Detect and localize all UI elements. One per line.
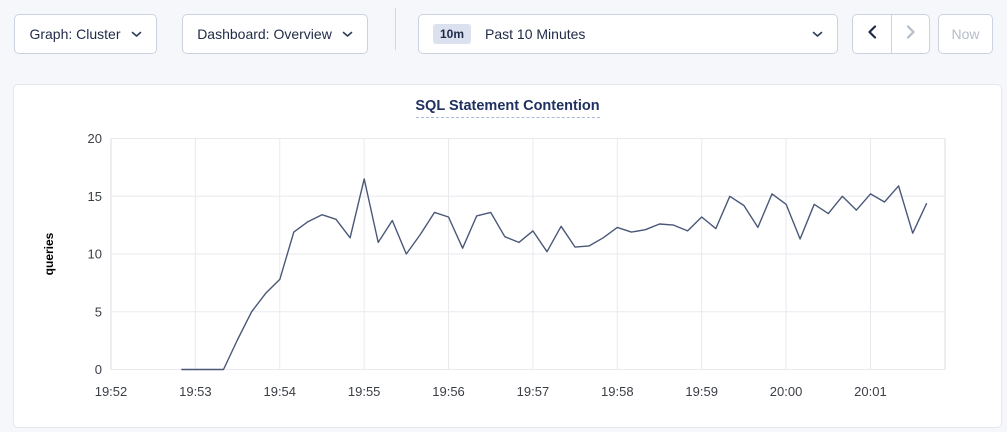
x-tick-label: 20:01 — [854, 384, 887, 399]
time-nav-group — [852, 14, 930, 54]
y-tick-label: 5 — [95, 304, 102, 319]
y-tick-label: 15 — [88, 189, 102, 204]
toolbar: Graph: Cluster Dashboard: Overview 10m P… — [0, 0, 1007, 70]
graph-dropdown-label: Graph: Cluster — [29, 26, 120, 42]
graph-dropdown[interactable]: Graph: Cluster — [14, 14, 157, 54]
chevron-down-icon — [342, 31, 353, 38]
x-tick-label: 20:00 — [770, 384, 803, 399]
x-tick-label: 19:56 — [432, 384, 465, 399]
x-tick-label: 19:52 — [95, 384, 128, 399]
x-tick-label: 19:59 — [685, 384, 718, 399]
line-chart[interactable]: 0 5 10 15 20 19:52 19:53 19:54 19:55 19:56 19:57 19… — [14, 85, 1003, 429]
next-time-button[interactable] — [891, 15, 929, 53]
y-tick-label: 20 — [88, 131, 102, 146]
chart-card: SQL Statement Contention 0510152019:5219… — [13, 84, 1002, 428]
now-button[interactable]: Now — [938, 14, 993, 54]
chevron-down-icon — [812, 31, 823, 38]
y-axis-label: queries — [42, 232, 56, 275]
x-tick-label: 19:53 — [179, 384, 212, 399]
time-range-label: Past 10 Minutes — [485, 26, 585, 42]
chevron-down-icon — [131, 31, 142, 38]
now-button-label: Now — [951, 26, 979, 42]
chevron-left-icon — [867, 25, 877, 44]
time-range-badge: 10m — [433, 24, 471, 44]
time-range-picker[interactable]: 10m Past 10 Minutes — [418, 14, 838, 54]
y-tick-label: 10 — [88, 247, 102, 262]
series-line — [181, 179, 926, 370]
chevron-right-icon — [906, 25, 916, 44]
x-tick-label: 19:55 — [348, 384, 381, 399]
x-tick-label: 19:54 — [263, 384, 296, 399]
toolbar-divider — [395, 8, 396, 50]
x-tick-label: 19:57 — [517, 384, 550, 399]
prev-time-button[interactable] — [853, 15, 891, 53]
dashboard-dropdown[interactable]: Dashboard: Overview — [182, 14, 368, 54]
dashboard-dropdown-label: Dashboard: Overview — [197, 26, 332, 42]
x-tick-label: 19:58 — [601, 384, 634, 399]
y-tick-label: 0 — [95, 362, 102, 377]
